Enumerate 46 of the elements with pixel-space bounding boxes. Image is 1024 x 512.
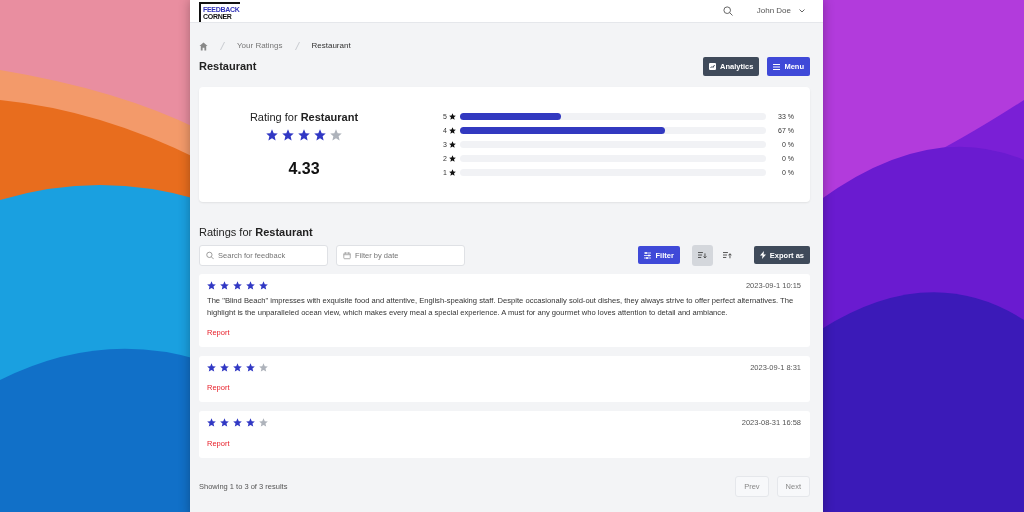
empty-star-icon	[330, 129, 342, 141]
breadcrumb-current: Restaurant	[311, 40, 351, 52]
sort-icon	[722, 250, 732, 261]
search-icon[interactable]	[722, 6, 733, 16]
sort-icon	[697, 250, 707, 261]
filled-star-icon	[282, 129, 294, 141]
filled-star-icon	[207, 418, 216, 428]
empty-star-icon	[259, 363, 268, 373]
star-icon	[449, 155, 456, 163]
filled-star-icon	[298, 129, 310, 141]
sort-descending-button[interactable]	[691, 244, 713, 266]
star-icon	[449, 127, 456, 135]
average-rating: 4.33	[288, 159, 320, 179]
search-icon	[206, 250, 215, 260]
sliders-icon	[644, 251, 652, 259]
separator-icon	[294, 42, 300, 50]
filled-star-icon	[233, 363, 242, 373]
filled-star-icon	[246, 363, 255, 373]
separator-icon	[220, 42, 225, 50]
lightning-icon	[759, 251, 766, 260]
breadcrumb-link[interactable]: Your Ratings	[237, 40, 283, 52]
chart-icon	[709, 63, 717, 71]
filled-star-icon	[314, 129, 326, 141]
caret-icon[interactable]	[799, 9, 805, 13]
filled-star-icon	[220, 363, 229, 373]
empty-star-icon	[259, 418, 268, 428]
filled-star-icon	[246, 280, 255, 290]
filled-star-icon	[266, 129, 278, 141]
rating-heading: Rating for Restaurant	[249, 109, 359, 125]
filled-star-icon	[259, 280, 268, 290]
menu-icon	[773, 63, 781, 70]
home-icon[interactable]	[199, 41, 208, 51]
filled-star-icon	[207, 280, 216, 290]
section-heading: Ratings for Restaurant	[199, 225, 314, 241]
star-icon	[449, 141, 456, 149]
filled-star-icon	[246, 418, 255, 428]
user-name[interactable]: John Doe	[756, 5, 791, 17]
page-title: Restaurant	[199, 59, 257, 75]
star-icon	[449, 113, 456, 121]
filled-star-icon	[233, 418, 242, 428]
filled-star-icon	[220, 280, 229, 290]
star-icon	[449, 169, 456, 177]
filled-star-icon	[207, 363, 216, 373]
calendar-icon	[343, 250, 352, 260]
filled-star-icon	[233, 280, 242, 290]
filled-star-icon	[220, 418, 229, 428]
